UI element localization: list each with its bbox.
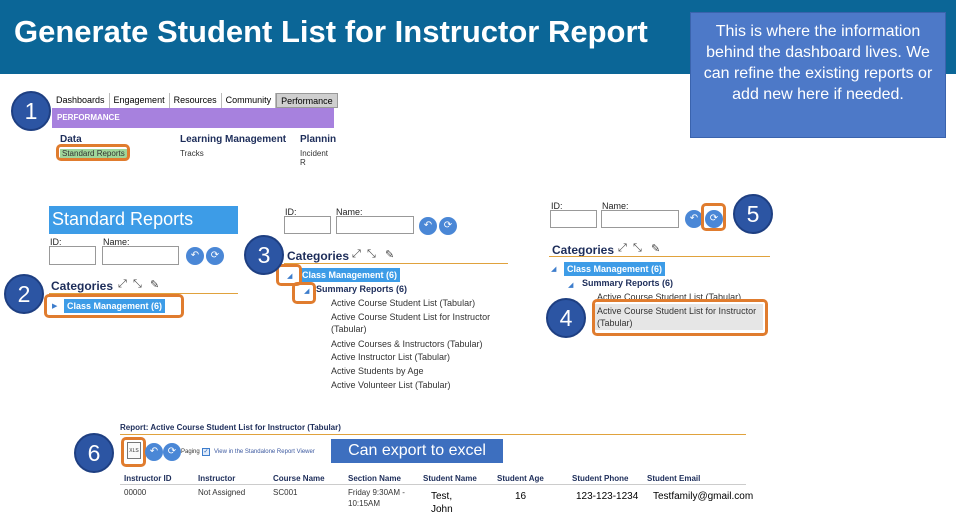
class-management-category-4[interactable]: Class Management (6) xyxy=(564,262,666,276)
slide-title: Generate Student List for Instructor Rep… xyxy=(14,14,648,49)
expand-icon[interactable]: ⤢ xyxy=(118,278,127,291)
categories-divider-4 xyxy=(549,256,770,257)
report-item[interactable]: Active Courses & Instructors (Tabular) xyxy=(331,339,483,349)
cell-course: SC001 xyxy=(273,488,298,497)
summary-reports-node-4[interactable]: Summary Reports (6) xyxy=(582,278,673,288)
cell-instructor: Not Assigned xyxy=(198,488,246,497)
expand-icon-3[interactable]: ⤢ xyxy=(352,248,361,261)
highlight-standard-reports xyxy=(56,144,130,161)
report-item[interactable]: Active Students by Age xyxy=(331,366,424,376)
col-course-name: Course Name xyxy=(273,474,325,483)
highlight-expand-summary xyxy=(292,282,316,304)
menu-heading-planning: Plannin xyxy=(300,134,337,145)
report-item[interactable]: Active Instructor List (Tabular) xyxy=(331,352,450,362)
categories-heading-4: Categories xyxy=(552,243,615,257)
categories-heading: Categories xyxy=(51,279,114,293)
step-badge-6: 6 xyxy=(74,433,114,473)
export-callout: Can export to excel xyxy=(331,439,503,463)
report-title: Report: Active Course Student List for I… xyxy=(120,423,341,432)
id-input-4[interactable] xyxy=(550,210,597,228)
report-divider xyxy=(120,434,746,435)
highlight-class-management xyxy=(44,294,184,318)
col-instructor-id: Instructor ID xyxy=(124,474,172,483)
tab-community[interactable]: Community xyxy=(222,93,277,108)
step-badge-4: 4 xyxy=(546,298,586,338)
header-divider xyxy=(120,484,746,485)
search-button-3[interactable]: ⟳ xyxy=(439,217,457,235)
step-badge-2: 2 xyxy=(4,274,44,314)
tab-dashboards[interactable]: Dashboards xyxy=(52,93,110,108)
nav-tabs: Dashboards Engagement Resources Communit… xyxy=(52,93,338,108)
name-input[interactable] xyxy=(102,246,179,265)
edit-icon-4[interactable]: ✎ xyxy=(651,242,660,255)
highlight-export xyxy=(121,437,146,467)
class-management-category-3[interactable]: Class Management (6) xyxy=(299,268,401,282)
report-item[interactable]: Active Course Student List (Tabular) xyxy=(331,298,475,308)
expand-icon-4[interactable]: ⤢ xyxy=(618,242,627,255)
col-student-name: Student Name xyxy=(423,474,477,483)
tab-performance[interactable]: Performance xyxy=(276,93,338,108)
cell-email: Testfamily@gmail.com xyxy=(653,491,754,502)
report-item[interactable]: (Tabular) xyxy=(331,324,367,334)
categories-heading-3: Categories xyxy=(287,249,350,263)
col-section-name: Section Name xyxy=(348,474,401,483)
step-badge-5: 5 xyxy=(733,194,773,234)
reset-button-3[interactable]: ↶ xyxy=(419,217,437,235)
cell-student-line2: John xyxy=(431,504,453,515)
col-student-phone: Student Phone xyxy=(572,474,629,483)
cell-age: 16 xyxy=(515,491,527,502)
summary-arrow-icon-4[interactable]: ◢ xyxy=(568,281,573,289)
tab-engagement[interactable]: Engagement xyxy=(110,93,170,108)
refresh-button-6[interactable]: ⟳ xyxy=(163,443,181,461)
summary-reports-node[interactable]: Summary Reports (6) xyxy=(316,284,407,294)
cell-section-line1: Friday 9:30AM - xyxy=(348,488,405,497)
standalone-viewer-link[interactable]: View in the Standalone Report Viewer xyxy=(214,449,315,455)
incident-link[interactable]: Incident R xyxy=(300,149,334,167)
menu-heading-learning: Learning Management xyxy=(180,134,287,145)
id-input[interactable] xyxy=(49,246,96,265)
id-input-3[interactable] xyxy=(284,216,331,234)
tab-resources[interactable]: Resources xyxy=(170,93,222,108)
cell-student-line1: Test, xyxy=(431,491,453,502)
cell-phone: 123-123-1234 xyxy=(576,491,639,502)
report-item[interactable]: Active Volunteer List (Tabular) xyxy=(331,380,451,390)
collapse-icon[interactable]: ⤡ xyxy=(133,278,142,291)
back-button-6[interactable]: ↶ xyxy=(145,443,163,461)
paging-label: Paging xyxy=(181,449,200,455)
step-badge-3: 3 xyxy=(244,235,284,275)
highlight-selected-report xyxy=(592,299,768,336)
cell-section-line2: 10:15AM xyxy=(348,499,381,508)
expanded-arrow-icon-4[interactable]: ◢ xyxy=(551,265,556,273)
standard-reports-title: Standard Reports xyxy=(49,206,238,234)
collapse-icon-3[interactable]: ⤡ xyxy=(367,248,376,261)
cell-instructor-id: 00000 xyxy=(124,488,147,497)
paging-checkbox[interactable]: ✓ xyxy=(202,448,210,456)
name-input-4[interactable] xyxy=(601,210,679,228)
step-badge-1: 1 xyxy=(11,91,51,131)
info-callout: This is where the information behind the… xyxy=(690,12,946,138)
performance-bar: PERFORMANCE xyxy=(52,108,334,128)
report-item[interactable]: Active Course Student List for Instructo… xyxy=(331,312,490,322)
edit-icon[interactable]: ✎ xyxy=(150,278,159,291)
tracks-link[interactable]: Tracks xyxy=(180,149,204,158)
col-student-email: Student Email xyxy=(647,474,701,483)
categories-divider-3 xyxy=(284,263,508,264)
edit-icon-3[interactable]: ✎ xyxy=(385,248,394,261)
collapse-icon-4[interactable]: ⤡ xyxy=(633,242,642,255)
reset-button[interactable]: ↶ xyxy=(186,247,204,265)
name-input-3[interactable] xyxy=(336,216,414,234)
col-instructor: Instructor xyxy=(198,474,236,483)
col-student-age: Student Age xyxy=(497,474,544,483)
highlight-search-button xyxy=(701,203,726,231)
search-button[interactable]: ⟳ xyxy=(206,247,224,265)
